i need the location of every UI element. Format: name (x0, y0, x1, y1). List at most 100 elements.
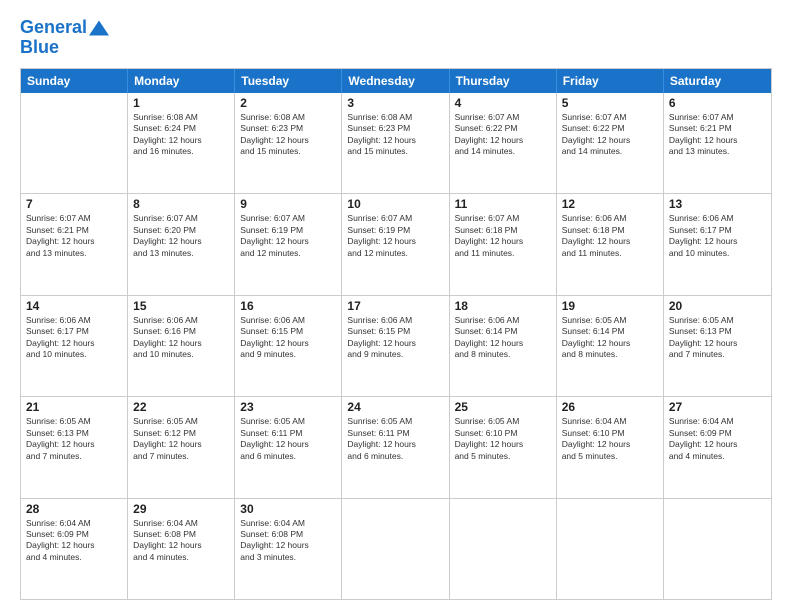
day-info: Sunrise: 6:07 AM Sunset: 6:19 PM Dayligh… (240, 213, 336, 259)
calendar: SundayMondayTuesdayWednesdayThursdayFrid… (20, 68, 772, 600)
calendar-cell-11: 11 Sunrise: 6:07 AM Sunset: 6:18 PM Dayli… (450, 194, 557, 294)
day-number: 3 (347, 96, 443, 110)
day-info: Sunrise: 6:06 AM Sunset: 6:17 PM Dayligh… (26, 315, 122, 361)
day-number: 4 (455, 96, 551, 110)
day-info: Sunrise: 6:07 AM Sunset: 6:21 PM Dayligh… (669, 112, 766, 158)
calendar-cell-15: 15Sunrise: 6:06 AM Sunset: 6:16 PM Dayli… (128, 296, 235, 396)
day-number: 8 (133, 197, 229, 211)
calendar-cell-23: 23 Sunrise: 6:05 AM Sunset: 6:11 PM Dayli… (235, 397, 342, 497)
day-info: Sunrise: 6:05 AM Sunset: 6:11 PM Dayligh… (347, 416, 443, 462)
logo-blue: Blue (20, 38, 109, 58)
day-number: 7 (26, 197, 122, 211)
day-info: Sunrise: 6:06 AM Sunset: 6:17 PM Dayligh… (669, 213, 766, 259)
calendar-cell-8: 8 Sunrise: 6:07 AM Sunset: 6:20 PM Daylig… (128, 194, 235, 294)
day-info: Sunrise: 6:08 AM Sunset: 6:24 PM Dayligh… (133, 112, 229, 158)
calendar-cell-2: 2 Sunrise: 6:08 AM Sunset: 6:23 PM Daylig… (235, 93, 342, 193)
day-number: 13 (669, 197, 766, 211)
calendar-header: SundayMondayTuesdayWednesdayThursdayFrid… (21, 69, 771, 93)
header-day-thursday: Thursday (450, 69, 557, 93)
day-info: Sunrise: 6:05 AM Sunset: 6:13 PM Dayligh… (669, 315, 766, 361)
day-number: 17 (347, 299, 443, 313)
day-number: 29 (133, 502, 229, 516)
day-number: 6 (669, 96, 766, 110)
day-number: 14 (26, 299, 122, 313)
calendar-cell-12: 12 Sunrise: 6:06 AM Sunset: 6:18 PM Dayli… (557, 194, 664, 294)
calendar-cell-19: 19 Sunrise: 6:05 AM Sunset: 6:14 PM Dayli… (557, 296, 664, 396)
day-info: Sunrise: 6:05 AM Sunset: 6:10 PM Dayligh… (455, 416, 551, 462)
day-info: Sunrise: 6:07 AM Sunset: 6:20 PM Dayligh… (133, 213, 229, 259)
calendar-cell-24: 24 Sunrise: 6:05 AM Sunset: 6:11 PM Dayli… (342, 397, 449, 497)
day-info: Sunrise: 6:05 AM Sunset: 6:12 PM Dayligh… (133, 416, 229, 462)
day-info: Sunrise: 6:07 AM Sunset: 6:21 PM Dayligh… (26, 213, 122, 259)
day-number: 28 (26, 502, 122, 516)
calendar-cell-27: 27 Sunrise: 6:04 AM Sunset: 6:09 PM Dayli… (664, 397, 771, 497)
calendar-body: 1 Sunrise: 6:08 AM Sunset: 6:24 PM Daylig… (21, 93, 771, 599)
calendar-cell-4: 4 Sunrise: 6:07 AM Sunset: 6:22 PM Daylig… (450, 93, 557, 193)
calendar-cell-empty (557, 499, 664, 599)
calendar-cell-5: 5 Sunrise: 6:07 AM Sunset: 6:22 PM Daylig… (557, 93, 664, 193)
day-info: Sunrise: 6:04 AM Sunset: 6:10 PM Dayligh… (562, 416, 658, 462)
day-number: 27 (669, 400, 766, 414)
logo-icon (89, 18, 109, 38)
day-number: 30 (240, 502, 336, 516)
header-day-tuesday: Tuesday (235, 69, 342, 93)
header-day-sunday: Sunday (21, 69, 128, 93)
day-info: Sunrise: 6:04 AM Sunset: 6:09 PM Dayligh… (669, 416, 766, 462)
day-info: Sunrise: 6:08 AM Sunset: 6:23 PM Dayligh… (347, 112, 443, 158)
calendar-cell-1: 1 Sunrise: 6:08 AM Sunset: 6:24 PM Daylig… (128, 93, 235, 193)
day-info: Sunrise: 6:05 AM Sunset: 6:13 PM Dayligh… (26, 416, 122, 462)
calendar-cell-22: 22Sunrise: 6:05 AM Sunset: 6:12 PM Dayli… (128, 397, 235, 497)
calendar-cell-7: 7 Sunrise: 6:07 AM Sunset: 6:21 PM Daylig… (21, 194, 128, 294)
calendar-cell-25: 25 Sunrise: 6:05 AM Sunset: 6:10 PM Dayli… (450, 397, 557, 497)
header-day-wednesday: Wednesday (342, 69, 449, 93)
calendar-cell-13: 13 Sunrise: 6:06 AM Sunset: 6:17 PM Dayli… (664, 194, 771, 294)
calendar-cell-empty (342, 499, 449, 599)
calendar-row-4: 21Sunrise: 6:05 AM Sunset: 6:13 PM Dayli… (21, 396, 771, 497)
day-number: 25 (455, 400, 551, 414)
day-number: 5 (562, 96, 658, 110)
day-info: Sunrise: 6:04 AM Sunset: 6:08 PM Dayligh… (240, 518, 336, 564)
day-number: 20 (669, 299, 766, 313)
day-number: 10 (347, 197, 443, 211)
calendar-row-2: 7 Sunrise: 6:07 AM Sunset: 6:21 PM Daylig… (21, 193, 771, 294)
day-info: Sunrise: 6:05 AM Sunset: 6:14 PM Dayligh… (562, 315, 658, 361)
day-info: Sunrise: 6:06 AM Sunset: 6:18 PM Dayligh… (562, 213, 658, 259)
calendar-row-3: 14 Sunrise: 6:06 AM Sunset: 6:17 PM Dayli… (21, 295, 771, 396)
calendar-cell-empty (21, 93, 128, 193)
day-info: Sunrise: 6:07 AM Sunset: 6:19 PM Dayligh… (347, 213, 443, 259)
calendar-cell-20: 20 Sunrise: 6:05 AM Sunset: 6:13 PM Dayli… (664, 296, 771, 396)
logo-general: General (20, 17, 87, 37)
day-info: Sunrise: 6:05 AM Sunset: 6:11 PM Dayligh… (240, 416, 336, 462)
calendar-row-1: 1 Sunrise: 6:08 AM Sunset: 6:24 PM Daylig… (21, 93, 771, 193)
calendar-cell-10: 10 Sunrise: 6:07 AM Sunset: 6:19 PM Dayli… (342, 194, 449, 294)
day-number: 24 (347, 400, 443, 414)
calendar-cell-30: 30 Sunrise: 6:04 AM Sunset: 6:08 PM Dayli… (235, 499, 342, 599)
day-number: 12 (562, 197, 658, 211)
calendar-cell-26: 26 Sunrise: 6:04 AM Sunset: 6:10 PM Dayli… (557, 397, 664, 497)
day-number: 16 (240, 299, 336, 313)
calendar-cell-3: 3 Sunrise: 6:08 AM Sunset: 6:23 PM Daylig… (342, 93, 449, 193)
day-number: 26 (562, 400, 658, 414)
day-number: 19 (562, 299, 658, 313)
logo-text: General (20, 18, 87, 38)
logo: General Blue (20, 18, 109, 58)
day-info: Sunrise: 6:08 AM Sunset: 6:23 PM Dayligh… (240, 112, 336, 158)
page: General Blue SundayMondayTuesdayWednesda… (0, 0, 792, 612)
day-number: 9 (240, 197, 336, 211)
day-info: Sunrise: 6:07 AM Sunset: 6:18 PM Dayligh… (455, 213, 551, 259)
day-number: 1 (133, 96, 229, 110)
day-number: 2 (240, 96, 336, 110)
calendar-cell-16: 16 Sunrise: 6:06 AM Sunset: 6:15 PM Dayli… (235, 296, 342, 396)
day-info: Sunrise: 6:07 AM Sunset: 6:22 PM Dayligh… (455, 112, 551, 158)
day-number: 23 (240, 400, 336, 414)
calendar-cell-17: 17Sunrise: 6:06 AM Sunset: 6:15 PM Dayli… (342, 296, 449, 396)
calendar-cell-29: 29Sunrise: 6:04 AM Sunset: 6:08 PM Dayli… (128, 499, 235, 599)
header-day-monday: Monday (128, 69, 235, 93)
day-info: Sunrise: 6:06 AM Sunset: 6:14 PM Dayligh… (455, 315, 551, 361)
day-info: Sunrise: 6:06 AM Sunset: 6:16 PM Dayligh… (133, 315, 229, 361)
day-number: 11 (455, 197, 551, 211)
day-info: Sunrise: 6:07 AM Sunset: 6:22 PM Dayligh… (562, 112, 658, 158)
calendar-cell-empty (450, 499, 557, 599)
day-info: Sunrise: 6:06 AM Sunset: 6:15 PM Dayligh… (240, 315, 336, 361)
calendar-cell-21: 21Sunrise: 6:05 AM Sunset: 6:13 PM Dayli… (21, 397, 128, 497)
